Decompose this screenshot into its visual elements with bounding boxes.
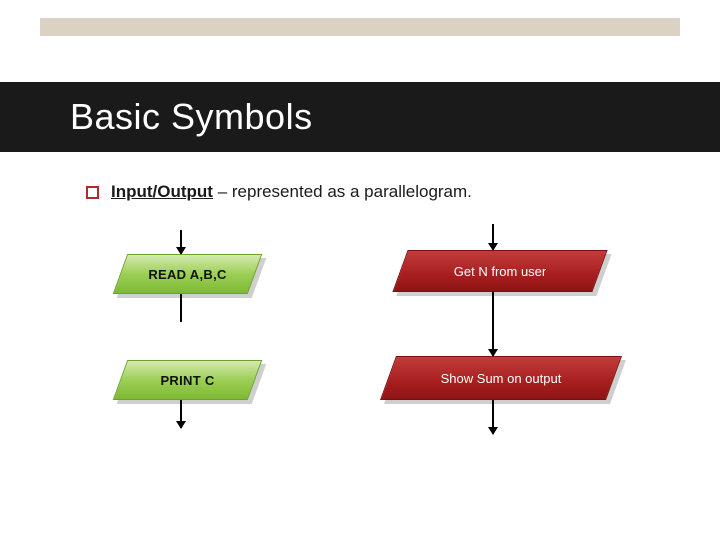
- arrow-into-read: [180, 230, 182, 254]
- parallelogram-showsum: Show Sum on output: [388, 356, 614, 400]
- parallelogram-read-label: READ A,B,C: [120, 254, 255, 294]
- arrow-into-getn: [492, 224, 494, 250]
- parallelogram-showsum-label: Show Sum on output: [388, 356, 614, 400]
- parallelogram-getn-label: Get N from user: [400, 250, 600, 292]
- arrow-out-print: [180, 400, 182, 428]
- bullet-row: Input/Output – represented as a parallel…: [86, 182, 660, 202]
- arrow-out-showsum: [492, 400, 494, 434]
- parallelogram-read: READ A,B,C: [120, 254, 255, 294]
- bullet-rest: – represented as a parallelogram.: [213, 182, 472, 201]
- slide-title: Basic Symbols: [70, 96, 313, 138]
- bullet-text: Input/Output – represented as a parallel…: [111, 182, 472, 202]
- line-out-read: [180, 294, 182, 322]
- parallelogram-getn: Get N from user: [400, 250, 600, 292]
- bullet-term: Input/Output: [111, 182, 213, 201]
- arrow-getn-to-showsum: [492, 292, 494, 356]
- bullet-icon: [86, 186, 99, 199]
- parallelogram-print-label: PRINT C: [120, 360, 255, 400]
- parallelogram-print: PRINT C: [120, 360, 255, 400]
- title-band: Basic Symbols: [0, 82, 720, 152]
- diagram-area: READ A,B,C PRINT C Get N from user Show …: [0, 230, 720, 500]
- decorative-top-stripe: [40, 18, 680, 36]
